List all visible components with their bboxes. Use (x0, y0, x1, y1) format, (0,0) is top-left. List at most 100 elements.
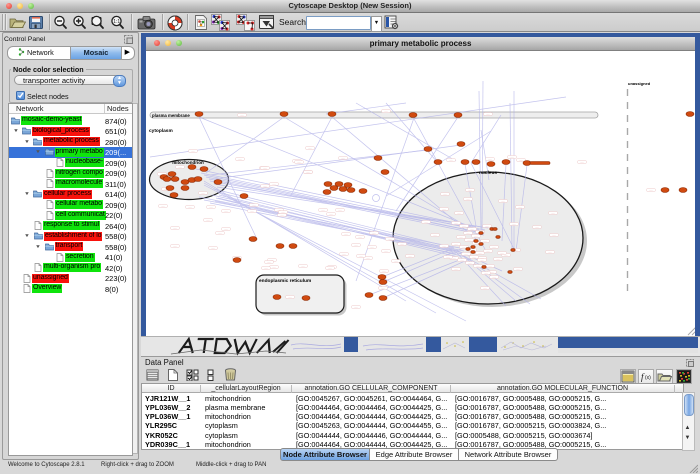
svg-text:·····: ····· (240, 115, 244, 117)
svg-text:·····: ····· (442, 246, 446, 248)
svg-text:·····: ····· (457, 213, 461, 215)
svg-text:·····: ····· (358, 237, 362, 239)
svg-text:·····: ····· (519, 160, 523, 162)
svg-text:·····: ····· (535, 227, 539, 229)
svg-text:·····: ····· (288, 297, 292, 299)
svg-text:·····: ····· (449, 160, 453, 162)
svg-text:·····: ····· (478, 253, 482, 255)
svg-text:·····: ····· (466, 233, 470, 235)
svg-text:·····: ····· (474, 236, 478, 238)
svg-text:endoplasmic reticulum: endoplasmic reticulum (259, 278, 311, 284)
svg-text:·····: ····· (238, 159, 242, 161)
svg-text:·····: ····· (464, 254, 468, 256)
svg-text:·····: ····· (264, 268, 268, 270)
svg-text:·····: ····· (483, 241, 487, 243)
svg-text:·····: ····· (467, 240, 471, 242)
svg-text:·····: ····· (344, 234, 348, 236)
svg-text:·····: ····· (496, 259, 500, 261)
svg-text:·····: ····· (359, 256, 363, 258)
svg-text:·····: ····· (394, 261, 398, 263)
svg-text:·····: ····· (462, 226, 466, 228)
svg-text:·····: ····· (454, 223, 458, 225)
svg-text:·····: ····· (218, 233, 222, 235)
svg-text:·····: ····· (516, 269, 520, 271)
svg-text:·····: ····· (488, 266, 492, 268)
svg-text:·····: ····· (384, 111, 388, 113)
svg-text:·····: ····· (206, 220, 210, 222)
svg-text:·····: ····· (281, 212, 285, 214)
svg-text:·····: ····· (388, 239, 392, 241)
svg-text:·····: ····· (492, 277, 496, 279)
svg-text:·····: ····· (354, 307, 358, 309)
svg-text:·····: ····· (201, 193, 205, 195)
svg-text:·····: ····· (492, 247, 496, 249)
svg-text:·····: ····· (191, 151, 195, 153)
svg-text:·····: ····· (224, 211, 228, 213)
svg-text:·····: ····· (250, 211, 254, 213)
svg-text:·····: ····· (510, 157, 514, 159)
svg-text:·····: ····· (306, 172, 310, 174)
svg-text:·····: ····· (280, 215, 284, 217)
svg-text:·····: ····· (649, 190, 653, 192)
svg-text:·····: ····· (384, 251, 388, 253)
svg-text:·····: ····· (551, 213, 555, 215)
svg-text:·····: ····· (476, 266, 480, 268)
svg-text:·····: ····· (400, 244, 404, 246)
svg-text:·····: ····· (424, 222, 428, 224)
svg-text:·····: ····· (454, 269, 458, 271)
svg-text:·····: ····· (480, 260, 484, 262)
svg-text:·····: ····· (328, 268, 332, 270)
svg-text:·····: ····· (329, 214, 333, 216)
svg-text:·····: ····· (442, 209, 446, 211)
svg-text:·····: ····· (468, 190, 472, 192)
svg-text:·····: ····· (446, 257, 450, 259)
svg-text:·····: ····· (484, 273, 488, 275)
svg-text:·····: ····· (454, 244, 458, 246)
svg-text:nucleus: nucleus (479, 170, 497, 176)
svg-text:·····: ····· (462, 247, 466, 249)
svg-text:·····: ····· (466, 199, 470, 201)
svg-text:·····: ····· (354, 245, 358, 247)
svg-text:·····: ····· (381, 288, 385, 290)
svg-text:·····: ····· (459, 237, 463, 239)
svg-text:·····: ····· (178, 167, 182, 169)
svg-text:·····: ····· (468, 263, 472, 265)
svg-text:·····: ····· (341, 158, 345, 160)
svg-text:·····: ····· (272, 267, 276, 269)
svg-text:·····: ····· (433, 235, 437, 237)
svg-text:·····: ····· (342, 254, 346, 256)
svg-text:·····: ····· (552, 235, 556, 237)
svg-text:·····: ····· (297, 162, 301, 164)
svg-text:·····: ····· (272, 184, 276, 186)
svg-text:·····: ····· (267, 262, 271, 264)
svg-text:·····: ····· (252, 205, 256, 207)
svg-text:·····: ····· (372, 233, 376, 235)
svg-text:·····: ····· (452, 258, 456, 260)
svg-text:·····: ····· (263, 186, 267, 188)
svg-text:·····: ····· (475, 243, 479, 245)
svg-text:·····: ····· (161, 206, 165, 208)
svg-text:·····: ····· (580, 162, 584, 164)
svg-text:·····: ····· (518, 207, 522, 209)
svg-text:·····: ····· (512, 224, 516, 226)
svg-text:·····: ····· (548, 252, 552, 254)
svg-text:·····: ····· (382, 271, 386, 273)
svg-text:·····: ····· (504, 255, 508, 257)
svg-text:·····: ····· (443, 194, 447, 196)
svg-text:plasma membrane: plasma membrane (152, 113, 190, 118)
svg-text:·····: ····· (408, 256, 412, 258)
svg-text:·····: ····· (366, 258, 370, 260)
svg-text:·····: ····· (209, 207, 213, 209)
svg-text:·····: ····· (263, 168, 267, 170)
svg-text:unassigned: unassigned (628, 81, 651, 86)
svg-text:·····: ····· (308, 148, 312, 150)
svg-text:·····: ····· (301, 266, 305, 268)
svg-text:·····: ····· (486, 114, 490, 116)
svg-text:(x): (x) (645, 375, 651, 381)
svg-text:·····: ····· (224, 229, 228, 231)
svg-text:·····: ····· (470, 229, 474, 231)
svg-text:mitochondrion: mitochondrion (172, 160, 204, 165)
svg-text:·····: ····· (488, 159, 492, 161)
svg-text:·····: ····· (472, 257, 476, 259)
svg-text:·····: ····· (370, 247, 374, 249)
